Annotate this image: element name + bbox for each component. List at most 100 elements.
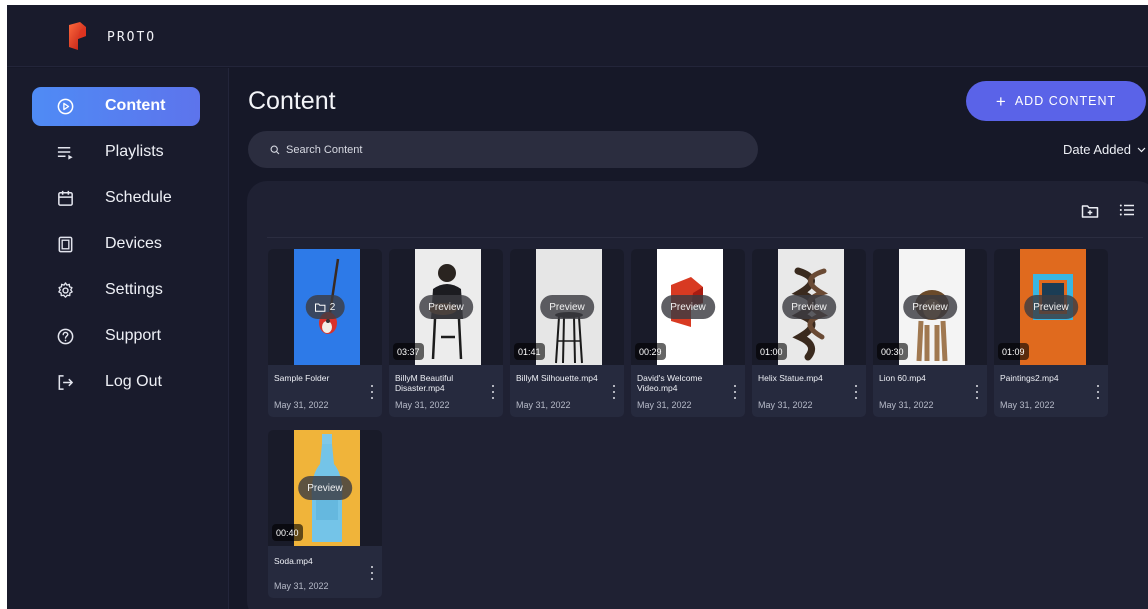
sidebar-item-label: Content bbox=[105, 97, 166, 114]
sidebar-item-content[interactable]: Content bbox=[32, 87, 200, 126]
search-bar bbox=[248, 131, 758, 168]
preview-button[interactable]: Preview bbox=[540, 295, 594, 319]
sidebar-item-label: Log Out bbox=[105, 373, 162, 390]
device-icon bbox=[58, 236, 73, 253]
page-title: Content bbox=[248, 87, 336, 115]
folder-count: 2 bbox=[329, 301, 336, 313]
video-card[interactable]: Preview 01:00 Helix Statue.mp4 May 31, 2… bbox=[752, 249, 866, 417]
card-date: May 31, 2022 bbox=[274, 581, 329, 591]
card-title: BillyM Beautiful Disaster.mp4 bbox=[395, 373, 454, 393]
preview-button[interactable]: Preview bbox=[298, 476, 352, 500]
card-date: May 31, 2022 bbox=[395, 400, 450, 410]
sidebar-item-label: Support bbox=[105, 327, 162, 344]
folder-count-badge: 2 bbox=[305, 295, 345, 319]
sidebar-item-devices[interactable]: Devices bbox=[32, 225, 200, 264]
card-title: Soda.mp4 bbox=[274, 556, 313, 566]
play-circle-icon bbox=[57, 98, 74, 115]
more-options-icon[interactable] bbox=[1093, 385, 1103, 399]
more-options-icon[interactable] bbox=[367, 566, 377, 580]
chevron-down-icon bbox=[1137, 147, 1146, 152]
logout-icon bbox=[58, 375, 73, 390]
sidebar-item-support[interactable]: Support bbox=[32, 317, 200, 356]
more-options-icon[interactable] bbox=[730, 385, 740, 399]
card-date: May 31, 2022 bbox=[758, 400, 813, 410]
top-bar: PROTO bbox=[7, 5, 1148, 67]
card-thumbnail: Preview 00:29 bbox=[631, 249, 745, 365]
video-card[interactable]: Preview 00:30 Lion 60.mp4 May 31, 2022 bbox=[873, 249, 987, 417]
duration-badge: 03:37 bbox=[393, 343, 424, 360]
sidebar-item-schedule[interactable]: Schedule bbox=[32, 179, 200, 218]
proto-logo-icon bbox=[69, 22, 86, 50]
preview-button[interactable]: Preview bbox=[903, 295, 957, 319]
duration-badge: 01:41 bbox=[514, 343, 545, 360]
sidebar-item-label: Playlists bbox=[105, 143, 164, 160]
preview-label: Preview bbox=[1033, 301, 1069, 313]
card-title: Sample Folder bbox=[274, 373, 330, 383]
preview-button[interactable]: Preview bbox=[782, 295, 836, 319]
video-card[interactable]: Preview 00:40 Soda.mp4 May 31, 2022 bbox=[268, 430, 382, 598]
sidebar-item-label: Devices bbox=[105, 235, 162, 252]
duration-badge: 00:30 bbox=[877, 343, 908, 360]
more-options-icon[interactable] bbox=[609, 385, 619, 399]
video-card[interactable]: Preview 03:37 BillyM Beautiful Disaster.… bbox=[389, 249, 503, 417]
sort-label: Date Added bbox=[1063, 142, 1131, 157]
sidebar-item-playlists[interactable]: Playlists bbox=[32, 133, 200, 172]
preview-button[interactable]: Preview bbox=[1024, 295, 1078, 319]
preview-button[interactable]: Preview bbox=[661, 295, 715, 319]
duration-badge: 00:29 bbox=[635, 343, 666, 360]
more-options-icon[interactable] bbox=[851, 385, 861, 399]
more-options-icon[interactable] bbox=[367, 385, 377, 399]
app-window: PROTO Content Playlists Schedule Devices… bbox=[7, 5, 1148, 609]
card-thumbnail: Preview 00:40 bbox=[268, 430, 382, 546]
card-thumbnail: Preview 01:00 bbox=[752, 249, 866, 365]
calendar-icon bbox=[58, 190, 73, 206]
brand-name: PROTO bbox=[107, 30, 157, 45]
add-content-button[interactable]: + ADD CONTENT bbox=[966, 81, 1146, 121]
sidebar-item-label: Settings bbox=[105, 281, 163, 298]
sidebar-item-settings[interactable]: Settings bbox=[32, 271, 200, 310]
card-thumbnail: Preview 01:09 bbox=[994, 249, 1108, 365]
video-card[interactable]: Preview 01:09 Paintings2.mp4 May 31, 202… bbox=[994, 249, 1108, 417]
preview-label: Preview bbox=[307, 482, 343, 494]
gear-icon bbox=[58, 282, 73, 298]
sidebar-item-label: Schedule bbox=[105, 189, 172, 206]
search-icon bbox=[270, 145, 280, 154]
duration-badge: 00:40 bbox=[272, 524, 303, 541]
panel-toolbar bbox=[1081, 203, 1135, 219]
card-thumbnail: Preview 01:41 bbox=[510, 249, 624, 365]
panel-divider bbox=[267, 237, 1143, 238]
folder-card[interactable]: 2 Sample Folder May 31, 2022 bbox=[268, 249, 382, 417]
new-folder-icon[interactable] bbox=[1081, 203, 1099, 219]
playlist-icon bbox=[57, 146, 73, 160]
card-date: May 31, 2022 bbox=[1000, 400, 1055, 410]
card-title: BillyM Silhouette.mp4 bbox=[516, 373, 598, 383]
card-title: Lion 60.mp4 bbox=[879, 373, 926, 383]
sort-dropdown[interactable]: Date Added bbox=[1063, 142, 1146, 157]
card-thumbnail: Preview 03:37 bbox=[389, 249, 503, 365]
more-options-icon[interactable] bbox=[488, 385, 498, 399]
card-title: Helix Statue.mp4 bbox=[758, 373, 823, 383]
plus-icon: + bbox=[995, 91, 1007, 111]
sidebar: Content Playlists Schedule Devices Setti… bbox=[7, 68, 229, 609]
preview-label: Preview bbox=[670, 301, 706, 313]
video-card[interactable]: Preview 01:41 BillyM Silhouette.mp4 May … bbox=[510, 249, 624, 417]
preview-label: Preview bbox=[912, 301, 948, 313]
card-title: David's Welcome Video.mp4 bbox=[637, 373, 703, 393]
preview-button[interactable]: Preview bbox=[419, 295, 473, 319]
card-date: May 31, 2022 bbox=[637, 400, 692, 410]
sidebar-item-logout[interactable]: Log Out bbox=[32, 363, 200, 402]
folder-icon bbox=[315, 303, 326, 312]
card-date: May 31, 2022 bbox=[274, 400, 329, 410]
card-date: May 31, 2022 bbox=[516, 400, 571, 410]
card-thumbnail: 2 bbox=[268, 249, 382, 365]
preview-label: Preview bbox=[428, 301, 464, 313]
video-card[interactable]: Preview 00:29 David's Welcome Video.mp4 … bbox=[631, 249, 745, 417]
add-content-label: ADD CONTENT bbox=[1014, 94, 1117, 108]
card-title: Paintings2.mp4 bbox=[1000, 373, 1059, 383]
card-thumbnail: Preview 00:30 bbox=[873, 249, 987, 365]
more-options-icon[interactable] bbox=[972, 385, 982, 399]
card-date: May 31, 2022 bbox=[879, 400, 934, 410]
list-view-icon[interactable] bbox=[1119, 203, 1135, 217]
duration-badge: 01:00 bbox=[756, 343, 787, 360]
search-input[interactable] bbox=[286, 143, 706, 156]
